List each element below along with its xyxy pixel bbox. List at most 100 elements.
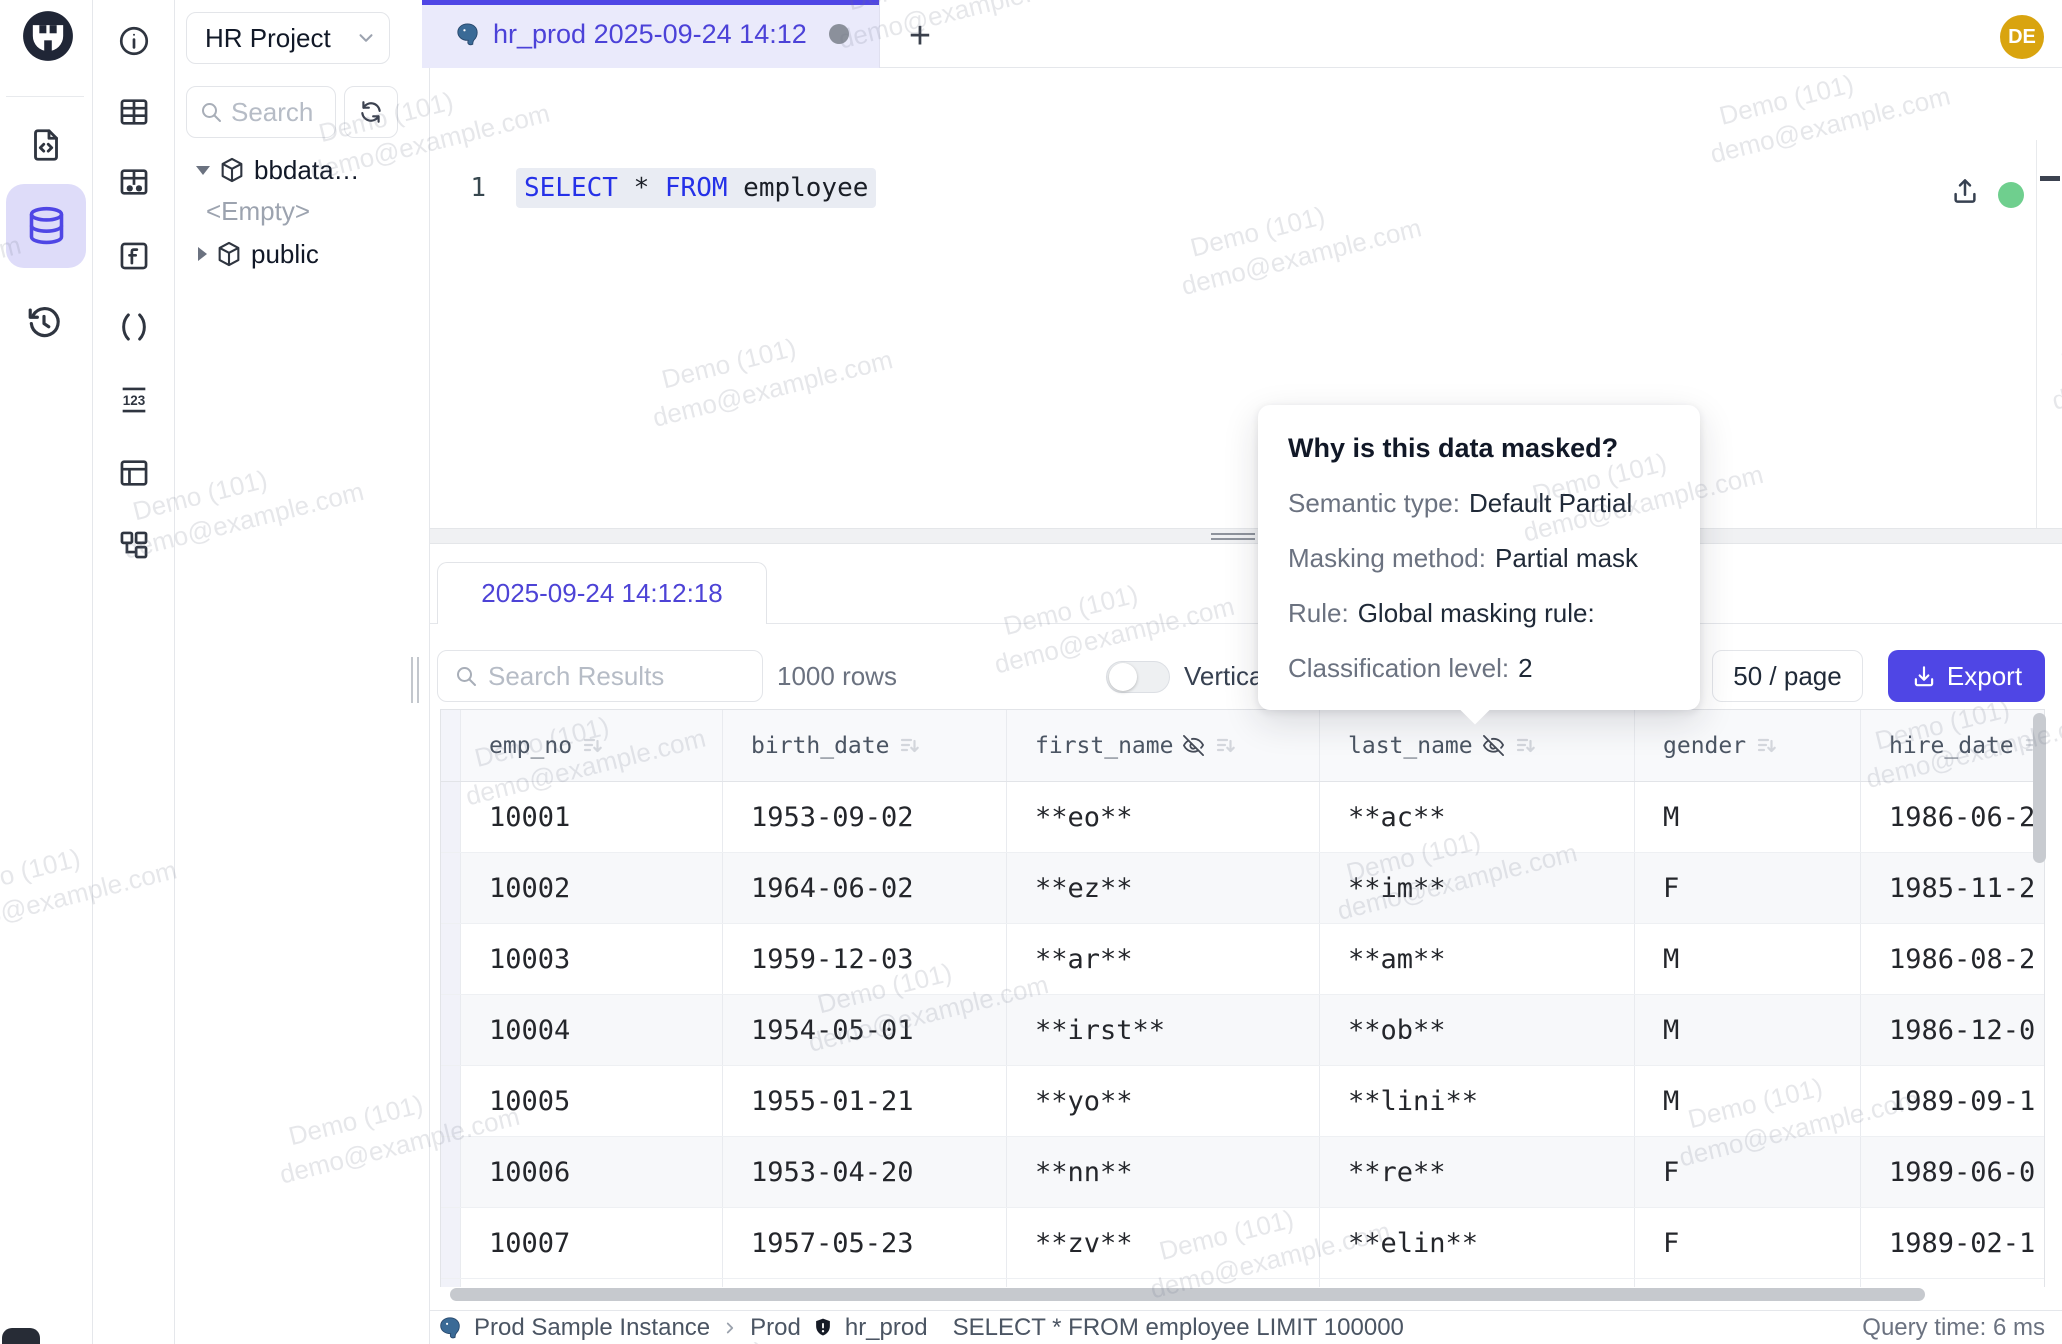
- horizontal-splitter[interactable]: [430, 528, 2062, 544]
- new-tab-button[interactable]: +: [900, 16, 940, 56]
- column-header-emp_no[interactable]: emp_no: [461, 710, 723, 781]
- cell-last_name[interactable]: **elin**: [1320, 1208, 1635, 1278]
- database-panel-active[interactable]: [6, 184, 86, 268]
- cell-first_name[interactable]: **nn**: [1007, 1137, 1320, 1207]
- cell-last_name[interactable]: **re**: [1320, 1137, 1635, 1207]
- page-size-value: 50 / page: [1733, 661, 1841, 692]
- cell-birth_date[interactable]: 1964-06-02: [723, 853, 1007, 923]
- bytebase-logo-icon[interactable]: [22, 10, 74, 62]
- cell-gender[interactable]: F: [1635, 853, 1861, 923]
- cell-last_name[interactable]: **ob**: [1320, 995, 1635, 1065]
- cell-birth_date[interactable]: 1959-12-03: [723, 924, 1007, 994]
- info-icon[interactable]: [114, 21, 154, 61]
- partition-table-icon[interactable]: [114, 162, 154, 202]
- cell-gender[interactable]: M: [1635, 782, 1861, 852]
- result-tab[interactable]: 2025-09-24 14:12:18: [437, 562, 767, 624]
- cell-birth_date[interactable]: 1953-04-20: [723, 1137, 1007, 1207]
- caret-down-icon[interactable]: [196, 166, 210, 175]
- view-icon[interactable]: [114, 453, 154, 493]
- sort-icon[interactable]: [1755, 734, 1779, 758]
- cell-hire_date[interactable]: 1986-06-2: [1861, 782, 2045, 852]
- cell-birth_date[interactable]: 1953-09-02: [723, 782, 1007, 852]
- cell-hire_date[interactable]: 1989-06-0: [1861, 1137, 2045, 1207]
- cell-gender[interactable]: M: [1635, 995, 1861, 1065]
- cell-emp_no[interactable]: 10002: [461, 853, 723, 923]
- panel-resize-handle[interactable]: [411, 657, 413, 703]
- function-icon[interactable]: [114, 236, 154, 276]
- cell-gender[interactable]: F: [1635, 1208, 1861, 1278]
- sort-icon[interactable]: [1214, 734, 1238, 758]
- cell-emp_no[interactable]: 10003: [461, 924, 723, 994]
- cell-emp_no[interactable]: 10006: [461, 1137, 723, 1207]
- cell-hire_date[interactable]: 1985-11-2: [1861, 853, 2045, 923]
- cell-emp_no[interactable]: 10004: [461, 995, 723, 1065]
- cell-gender[interactable]: M: [1635, 1066, 1861, 1136]
- upload-sheet-button[interactable]: [1950, 176, 1980, 206]
- cell-last_name[interactable]: **im**: [1320, 853, 1635, 923]
- sort-icon[interactable]: [581, 734, 605, 758]
- column-header-birth_date[interactable]: birth_date: [723, 710, 1007, 781]
- tooltip-label: Classification level:: [1288, 653, 1509, 683]
- procedure-icon[interactable]: [114, 307, 154, 347]
- cell-emp_no[interactable]: 10007: [461, 1208, 723, 1278]
- column-header-gender[interactable]: gender: [1635, 710, 1861, 781]
- cell-last_name[interactable]: **am**: [1320, 924, 1635, 994]
- sort-icon[interactable]: [898, 734, 922, 758]
- sort-icon[interactable]: [1514, 734, 1538, 758]
- status-instance[interactable]: Prod Sample Instance: [474, 1314, 710, 1342]
- cell-birth_date[interactable]: 1957-05-23: [723, 1208, 1007, 1278]
- refresh-button[interactable]: [344, 86, 398, 138]
- tree-search-box: [186, 86, 336, 138]
- vertical-toggle[interactable]: [1106, 661, 1170, 693]
- caret-right-icon[interactable]: [198, 247, 207, 261]
- cell-first_name[interactable]: **yo**: [1007, 1066, 1320, 1136]
- cell-hire_date[interactable]: 1986-12-0: [1861, 995, 2045, 1065]
- status-database[interactable]: hr_prod: [845, 1314, 928, 1342]
- cell-emp_no[interactable]: 10001: [461, 782, 723, 852]
- cell-first_name[interactable]: **irst**: [1007, 995, 1320, 1065]
- project-select[interactable]: HR Project: [186, 12, 390, 64]
- diagram-icon[interactable]: [114, 525, 154, 565]
- cell-emp_no[interactable]: 10005: [461, 1066, 723, 1136]
- cell-last_name[interactable]: **lini**: [1320, 1066, 1635, 1136]
- tree-item-schema-public[interactable]: public: [198, 234, 319, 274]
- export-button[interactable]: Export: [1888, 650, 2045, 702]
- page-size-select[interactable]: 50 / page: [1712, 650, 1863, 702]
- help-bubble[interactable]: [2, 1328, 40, 1344]
- splitter-handle[interactable]: [1211, 538, 1255, 540]
- worksheet-icon[interactable]: [24, 123, 68, 167]
- vertical-scrollbar-thumb[interactable]: [2033, 713, 2046, 863]
- cell-first_name[interactable]: **ar**: [1007, 924, 1320, 994]
- column-header-first_name[interactable]: first_name: [1007, 710, 1320, 781]
- user-avatar[interactable]: DE: [2000, 15, 2044, 59]
- cell-hire_date[interactable]: 1989-02-1: [1861, 1208, 2045, 1278]
- cell-first_name[interactable]: **ez**: [1007, 853, 1320, 923]
- result-search-input[interactable]: [488, 661, 762, 692]
- result-tab-label: 2025-09-24 14:12:18: [481, 578, 722, 609]
- cell-birth_date[interactable]: 1955-01-21: [723, 1066, 1007, 1136]
- cell-gender[interactable]: F: [1635, 1137, 1861, 1207]
- column-header-hire_date[interactable]: hire_date: [1861, 710, 2045, 781]
- cell-gender[interactable]: M: [1635, 924, 1861, 994]
- cube-icon: [215, 240, 243, 268]
- column-label: birth_date: [751, 733, 889, 759]
- history-icon[interactable]: [22, 300, 66, 344]
- tree-item-database[interactable]: bbdata…: [196, 150, 360, 190]
- cell-hire_date[interactable]: 1989-09-1: [1861, 1066, 2045, 1136]
- sql-editor[interactable]: 1 SELECT * FROM employee: [430, 68, 2062, 528]
- cell-last_name[interactable]: **ac**: [1320, 782, 1635, 852]
- sql-text: employee: [728, 173, 869, 203]
- status-environment[interactable]: Prod: [750, 1314, 801, 1342]
- horizontal-scrollbar-thumb[interactable]: [450, 1288, 1925, 1301]
- cell-first_name[interactable]: **zv**: [1007, 1208, 1320, 1278]
- cell-first_name[interactable]: **eo**: [1007, 782, 1320, 852]
- splitter-handle[interactable]: [1211, 533, 1255, 535]
- panel-resize-handle[interactable]: [417, 657, 419, 703]
- cell-hire_date[interactable]: 1986-08-2: [1861, 924, 2045, 994]
- tab-active-worksheet[interactable]: hr_prod 2025-09-24 14:12: [422, 0, 880, 68]
- cell-birth_date[interactable]: 1954-05-01: [723, 995, 1007, 1065]
- sequence-icon[interactable]: 123: [114, 380, 154, 420]
- tree-search-input[interactable]: [231, 97, 335, 128]
- chevron-right-icon: [721, 1319, 739, 1337]
- tables-icon[interactable]: [114, 92, 154, 132]
